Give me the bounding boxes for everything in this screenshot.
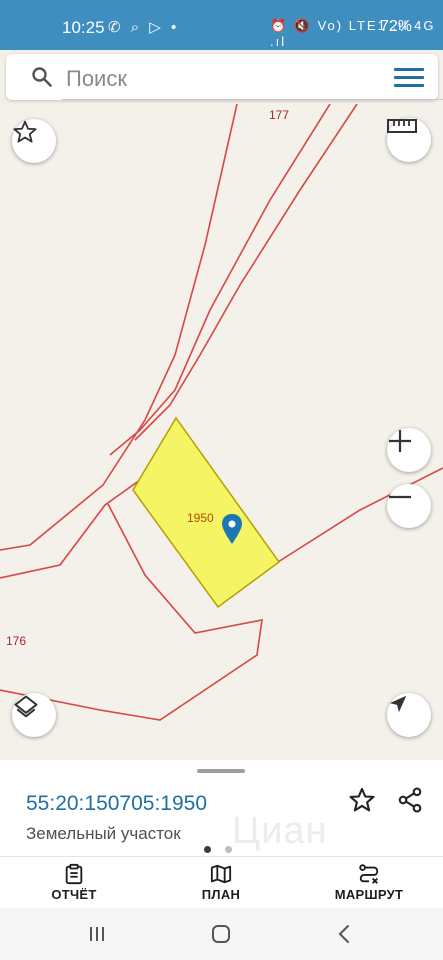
layers-button[interactable] [12,693,56,737]
report-label: ОТЧЁТ [51,887,97,902]
system-icons: ⏰ 🔇 Vo) LTE1 .ıl 4G .ıl [270,18,436,49]
plan-label: ПЛАН [201,887,241,902]
route-button[interactable]: МАРШРУТ [314,859,424,907]
drag-handle[interactable] [197,769,245,773]
system-nav-bar [0,908,443,960]
status-bar: 10:25 ✆ ⌕ ▷ • ⏰ 🔇 Vo) LTE1 .ıl 4G .ıl 72… [0,0,443,50]
star-icon [13,120,37,143]
parcel-number-label: 176 [6,634,27,648]
search-icon[interactable] [30,65,54,89]
map-icon [210,864,232,884]
hamburger-menu-icon[interactable] [394,68,424,88]
share-icon[interactable] [396,786,424,814]
bookmark-star-icon[interactable] [348,786,376,814]
favorite-star-button[interactable] [12,119,56,163]
search-bar [6,54,443,100]
boundary-line [134,104,358,441]
search-underline [62,99,443,100]
notification-icons: ✆ ⌕ ▷ • [108,19,180,36]
boundary-line [0,479,141,579]
cadastral-boundaries [0,104,443,721]
map-canvas [0,104,443,721]
search-input[interactable] [64,62,388,96]
back-icon[interactable] [330,922,360,946]
parcel-info-sheet[interactable]: Циан 55:20:150705:1950 Земельный участок [0,760,443,856]
parcel-number-label: 177 [269,108,290,122]
clipboard-icon [65,863,83,885]
status-time: 10:25 [62,18,105,37]
my-location-button[interactable] [387,693,431,737]
pager-dot-active [204,846,211,853]
ruler-icon [387,119,417,133]
boundary-line [109,104,331,456]
layers-icon [14,695,38,718]
cadastral-number[interactable]: 55:20:150705:1950 [26,792,207,816]
zoom-in-button[interactable] [387,428,431,472]
route-label: МАРШРУТ [334,887,404,902]
home-icon[interactable] [206,922,236,946]
parcel-type: Земельный участок [26,824,181,843]
map-view[interactable]: 177 176 1950 [0,104,443,760]
minus-icon [389,495,411,499]
parcel-area-label: 1950 [187,511,214,525]
report-button[interactable]: ОТЧЁТ [19,859,129,907]
battery-level: 72% [380,18,413,35]
navigation-arrow-icon [389,695,407,713]
route-icon [359,864,379,884]
plus-icon [389,430,411,452]
action-bar: ОТЧЁТ ПЛАН МАРШРУТ [0,856,443,909]
pager-dot [225,846,232,853]
plan-button[interactable]: ПЛАН [166,859,276,907]
watermark: Циан [232,810,328,852]
ruler-button[interactable] [387,118,431,162]
recent-apps-icon[interactable] [82,922,112,946]
zoom-out-button[interactable] [387,484,431,528]
